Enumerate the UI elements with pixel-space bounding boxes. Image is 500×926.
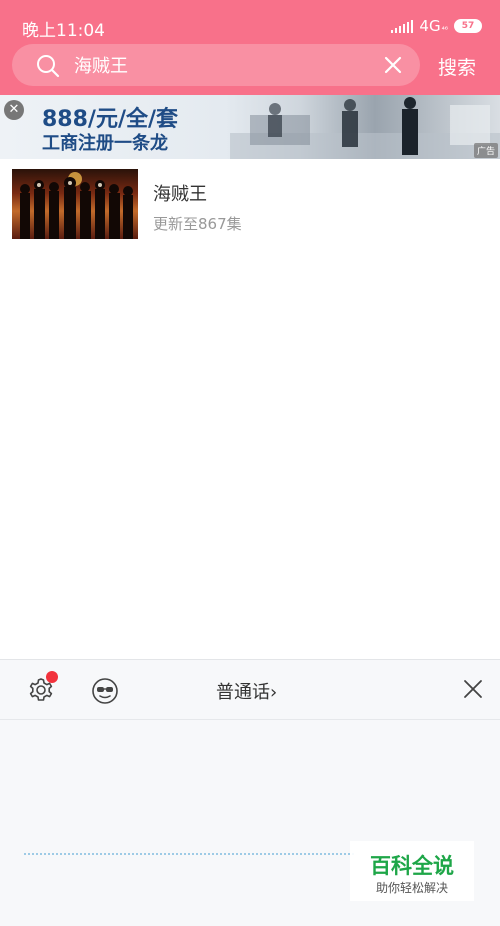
language-selector[interactable]: 普通话› (216, 678, 277, 704)
voice-toolbar: 普通话› (0, 660, 500, 720)
network-subtype: ⁴⁶ (441, 25, 448, 34)
search-button[interactable]: 搜索 (438, 53, 476, 80)
office-people-image (230, 97, 500, 159)
close-icon[interactable] (462, 678, 484, 700)
search-icon (37, 55, 60, 78)
watermark-subtitle: 助你轻松解决 (375, 881, 448, 895)
sunglasses-face-icon[interactable] (91, 677, 119, 705)
signal-icon (391, 19, 414, 33)
ad-close-icon[interactable]: ✕ (4, 100, 24, 120)
result-title: 海贼王 (153, 184, 207, 205)
battery-icon: 57 (454, 19, 482, 33)
characters-image (20, 172, 133, 239)
watermark-title: 百科全说 (370, 854, 454, 878)
search-box[interactable] (12, 44, 420, 86)
result-episode-count: 更新至867集 (153, 215, 242, 233)
chevron-right-icon: › (270, 682, 278, 703)
app-header: 晚上11:04 4G ⁴⁶ 57 搜索 (0, 0, 500, 95)
voice-waveform (24, 853, 354, 855)
anime-thumbnail (12, 169, 138, 239)
notification-dot (46, 671, 58, 683)
language-label: 普通话 (216, 682, 270, 703)
status-time: 晚上11:04 (22, 21, 105, 41)
clear-icon[interactable] (384, 56, 402, 74)
ad-badge: 广告 (473, 143, 498, 158)
status-icons: 4G ⁴⁶ 57 (391, 15, 482, 37)
watermark-logo: 百科全说 助你轻松解决 (350, 841, 474, 901)
search-input[interactable] (74, 53, 364, 77)
ad-banner[interactable]: ✕ 888/元/全/套 工商注册一条龙 广告 (0, 95, 500, 159)
result-item[interactable]: 海贼王 更新至867集 (0, 160, 500, 248)
voice-input-panel: 普通话› 百科全说 助你轻松解决 (0, 659, 500, 926)
ad-subheadline: 工商注册一条龙 (42, 133, 168, 154)
network-type: 4G (419, 17, 441, 35)
